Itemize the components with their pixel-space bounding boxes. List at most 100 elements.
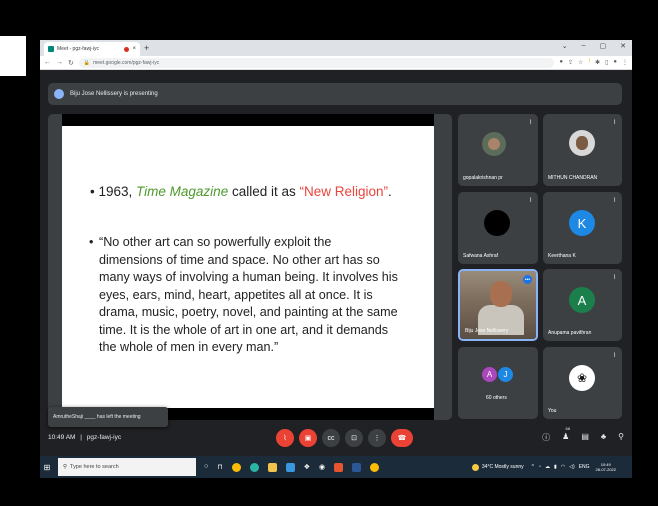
wifi-icon[interactable]: ◠ xyxy=(561,464,565,470)
language-indicator[interactable]: ENG xyxy=(579,464,590,470)
mic-off-button[interactable]: ⌇ xyxy=(276,429,294,447)
presenting-banner: Biju Jose Nellissery is presenting xyxy=(48,83,622,105)
menu-icon[interactable]: ⋮ xyxy=(622,59,628,66)
participant-initial-avatar: K xyxy=(569,210,595,236)
participant-tile[interactable]: ⌇ gopalakrishnan pr xyxy=(458,114,538,186)
file-explorer-icon[interactable] xyxy=(267,462,277,472)
participant-tile[interactable]: K ⌇ Keerthana K xyxy=(543,192,622,264)
back-icon[interactable]: ← xyxy=(44,59,51,66)
present-button[interactable]: ⊡ xyxy=(345,429,363,447)
windows-start-icon[interactable]: ⊞ xyxy=(40,456,54,478)
store-icon[interactable] xyxy=(285,462,295,472)
weather-text: 34°C Mostly sunny xyxy=(481,464,524,470)
participant-tile[interactable]: ⌇ MITHUN CHANDRAN xyxy=(543,114,622,186)
address-bar: ← → ↻ 🔒 meet.google.com/pgz-fawj-iyc ● ⇪… xyxy=(40,56,632,70)
battery-icon[interactable]: ▮ xyxy=(554,464,557,470)
self-tile[interactable]: ❀ ⌇ You xyxy=(543,347,622,419)
taskbar-date: 28-07-2022 xyxy=(595,467,616,472)
slide-bullet-1: • 1963, Time Magazine called it as “New … xyxy=(90,184,392,199)
participant-tile[interactable]: ⌇ Safwana Ashraf xyxy=(458,192,538,264)
recording-dot-icon xyxy=(124,46,130,52)
mic-muted-icon: ⌇ xyxy=(613,275,616,281)
chrome-icon[interactable] xyxy=(231,462,241,472)
cortana-icon[interactable]: ○ xyxy=(204,463,208,472)
black-frame-right xyxy=(632,40,658,506)
sun-icon xyxy=(471,463,479,471)
black-frame-bottom xyxy=(0,478,658,506)
task-view-icon[interactable]: ⊓ xyxy=(217,463,222,472)
network-icon[interactable]: ◔ xyxy=(538,464,541,470)
dropbox-icon[interactable]: ❖ xyxy=(304,463,310,472)
volume-icon[interactable]: ◁) xyxy=(569,464,575,470)
edge-icon[interactable] xyxy=(249,462,259,472)
participant-tile-active-speaker[interactable]: ••• Biju Jose Nellissery xyxy=(458,269,538,341)
obs-icon[interactable]: ◉ xyxy=(319,463,325,472)
info-icon[interactable]: ⓘ xyxy=(542,432,550,443)
chevron-down-icon[interactable]: ⌄ xyxy=(562,42,568,50)
slide-line: the whole of men in every man.” xyxy=(99,340,279,354)
close-tab-icon[interactable]: × xyxy=(132,46,136,52)
captions-button[interactable]: cc xyxy=(322,429,340,447)
camera-off-button[interactable]: ▣ xyxy=(299,429,317,447)
forward-icon[interactable]: → xyxy=(56,59,63,66)
participant-photo xyxy=(569,130,595,156)
meet-favicon-icon xyxy=(48,46,54,52)
close-window-icon[interactable]: ✕ xyxy=(620,42,626,50)
browser-tab-meet[interactable]: Meet - pgz-fawj-iyc × xyxy=(44,42,140,56)
activities-icon[interactable]: ♣ xyxy=(601,432,606,443)
slide-line: many ways of involving a human being. It… xyxy=(99,270,398,284)
chevron-up-icon[interactable]: ^ xyxy=(532,464,534,470)
reload-icon[interactable]: ↻ xyxy=(68,59,74,67)
camera-icon[interactable]: ● xyxy=(559,59,563,66)
minimize-icon[interactable]: – xyxy=(582,42,586,50)
cloud-icon[interactable]: ☁ xyxy=(545,464,550,470)
slide-line: drama, music, poetry, novel, and paintin… xyxy=(99,305,398,319)
presentation-stage: • 1963, Time Magazine called it as “New … xyxy=(48,114,452,420)
office-icon[interactable] xyxy=(334,462,344,472)
left-meeting-toast: AmrutheShaji ____ has left the meeting xyxy=(48,407,168,427)
puzzle-icon[interactable]: ✱ xyxy=(595,59,600,66)
meeting-info: 10:49 AM | pgz-fawj-iyc xyxy=(48,434,121,441)
windows-taskbar: ⊞ ⚲ Type here to search ○ ⊓ ❖ ◉ 34°C Mos… xyxy=(40,456,632,478)
sidebar-icon[interactable]: ▯ xyxy=(605,59,608,66)
presenter-avatar xyxy=(54,89,64,99)
taskbar-search-input[interactable]: ⚲ Type here to search xyxy=(58,458,196,476)
meet-area: Biju Jose Nellissery is presenting • 196… xyxy=(40,70,632,478)
tab-title: Meet - pgz-fawj-iyc xyxy=(57,46,99,52)
chrome-active-icon[interactable] xyxy=(370,462,380,472)
slide-line: eyes, ears, mind, heart, appetites all a… xyxy=(99,287,373,302)
chat-icon[interactable]: ▤ xyxy=(581,432,589,443)
participant-name: Anupama pavithran xyxy=(548,330,592,336)
host-controls-icon[interactable]: ⚲ xyxy=(618,432,624,443)
mic-muted-icon: ⌇ xyxy=(529,198,532,204)
share-icon[interactable]: ⇪ xyxy=(568,59,573,66)
presenting-text: Biju Jose Nellissery is presenting xyxy=(70,91,158,97)
mic-muted-icon: ⌇ xyxy=(613,353,616,359)
participant-photo xyxy=(482,132,506,156)
profile-icon[interactable]: ● xyxy=(613,59,617,66)
black-frame-left xyxy=(0,40,40,506)
taskbar-clock[interactable]: 10:49 28-07-2022 xyxy=(596,462,616,472)
url-input[interactable]: 🔒 meet.google.com/pgz-fawj-iyc xyxy=(78,57,555,68)
slide-line: time. It is the whole of art in one art,… xyxy=(99,322,389,337)
search-icon: ⚲ xyxy=(63,464,68,470)
new-tab-icon[interactable]: + xyxy=(144,43,149,53)
window-controls: ⌄ – ▢ ✕ xyxy=(562,42,626,50)
people-count-badge: 68 xyxy=(565,426,570,431)
word-icon[interactable] xyxy=(352,462,362,472)
black-frame-top xyxy=(0,0,658,40)
participant-name: MITHUN CHANDRAN xyxy=(548,175,598,181)
toast-text: AmrutheShaji ____ has left the meeting xyxy=(53,414,141,420)
others-tile[interactable]: A J 60 others xyxy=(458,347,538,419)
slide-text-magazine: Time Magazine xyxy=(136,184,229,199)
participant-tile[interactable]: A ⌇ Anupama pavithran xyxy=(543,269,622,341)
bookmark-star-icon[interactable]: ☆ xyxy=(578,59,583,66)
extension-icon[interactable]: ! xyxy=(588,59,590,66)
leave-call-button[interactable]: ☎ xyxy=(391,429,413,447)
more-options-button[interactable]: ⋮ xyxy=(368,429,386,447)
maximize-icon[interactable]: ▢ xyxy=(600,42,607,50)
control-buttons: ⌇ ▣ cc ⊡ ⋮ ☎ xyxy=(276,429,413,447)
weather-widget[interactable]: 34°C Mostly sunny xyxy=(471,463,524,471)
people-icon[interactable]: ♟ xyxy=(562,432,569,443)
meeting-code: pgz-fawj-iyc xyxy=(86,434,122,441)
